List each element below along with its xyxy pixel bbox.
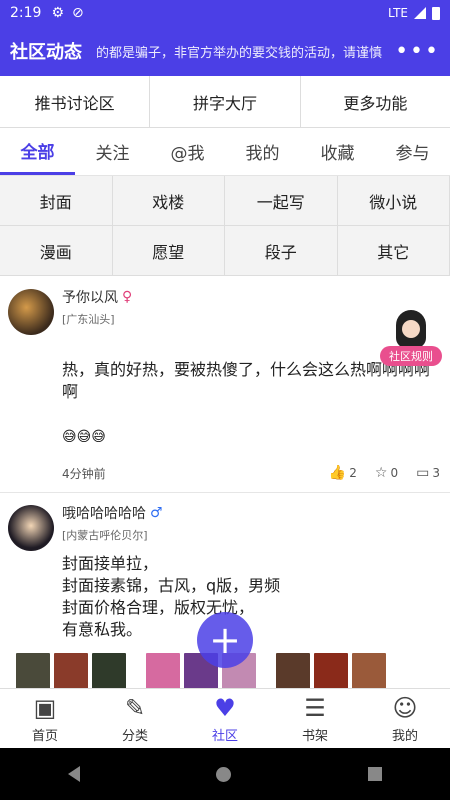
bookshelf-icon: ☰ <box>304 693 326 722</box>
system-nav-bar <box>0 748 450 800</box>
comment-icon: ▭ <box>416 465 430 481</box>
nav-community[interactable]: ♥ 社区 <box>180 689 270 748</box>
category-other[interactable]: 其它 <box>337 226 450 276</box>
post-image[interactable] <box>276 653 386 688</box>
signal-icon <box>414 7 426 19</box>
network-type: LTE <box>388 6 408 20</box>
username[interactable]: 哦哈哈哈哈哈 <box>62 503 146 523</box>
category-grid: 封面 戏楼 一起写 微小说 漫画 愿望 段子 其它 <box>0 176 450 276</box>
nav-bookshelf[interactable]: ☰ 书架 <box>270 689 360 748</box>
more-features-button[interactable]: 更多功能 <box>301 76 450 127</box>
clock: 2:19 <box>10 5 42 21</box>
announcement-marquee[interactable]: 的都是骗子，非官方举办的要交钱的活动，请谨慎 <box>96 42 395 61</box>
category-cover[interactable]: 封面 <box>0 176 113 226</box>
nav-home[interactable]: ▣ 首页 <box>0 689 90 748</box>
emoji-laugh-sweat: 😅😅😅 <box>62 429 106 445</box>
community-rules-label: 社区规则 <box>380 346 442 366</box>
home-icon: ▣ <box>33 693 57 722</box>
category-cowrite[interactable]: 一起写 <box>225 176 338 226</box>
tab-mine[interactable]: 我的 <box>225 128 300 175</box>
category-jokes[interactable]: 段子 <box>225 226 338 276</box>
nav-category-label: 分类 <box>121 728 148 744</box>
tab-participated[interactable]: 参与 <box>375 128 450 175</box>
recents-icon[interactable] <box>367 767 382 781</box>
nav-category[interactable]: ✎ 分类 <box>90 689 180 748</box>
add-post-button[interactable]: + <box>197 612 253 668</box>
status-bar: 2:19 ⚙ ⊘ LTE <box>0 0 450 26</box>
tab-all[interactable]: 全部 <box>0 128 75 175</box>
favorite-button[interactable]: ☆ 0 <box>375 465 398 481</box>
thumbs-up-icon: 👍 <box>328 465 347 481</box>
comment-button[interactable]: ▭ 3 <box>416 465 440 481</box>
avatar[interactable] <box>8 505 54 551</box>
female-icon: ♀ <box>122 289 133 305</box>
comment-count: 3 <box>432 466 440 480</box>
community-rules-button[interactable]: 社区规则 <box>380 310 444 370</box>
sync-icon: ⊘ <box>72 5 84 21</box>
user-icon: ☺ <box>392 693 418 722</box>
book-discussion-button[interactable]: 推书讨论区 <box>0 76 151 127</box>
nav-home-label: 首页 <box>31 728 58 744</box>
category-theater[interactable]: 戏楼 <box>112 176 225 226</box>
avatar[interactable] <box>8 289 54 335</box>
male-icon: ♂ <box>150 505 163 521</box>
book-icon: ✎ <box>124 693 146 722</box>
post-time: 4分钟前 <box>62 466 106 481</box>
app-bar: 社区动态 的都是骗子，非官方举办的要交钱的活动，请谨慎 ••• <box>0 26 450 76</box>
more-options-icon[interactable]: ••• <box>395 39 440 64</box>
category-comics[interactable]: 漫画 <box>0 226 113 276</box>
feed-tabs: 全部 关注 @我 我的 收藏 参与 <box>0 128 450 176</box>
post-content: 封面接单拉， 封面接素锦，古风，q版，男频 封面价格合理，版权无忧， 有意私我。 <box>62 554 281 639</box>
nav-profile[interactable]: ☺ 我的 <box>360 689 450 748</box>
tab-following[interactable]: 关注 <box>75 128 150 175</box>
bottom-nav: ▣ 首页 ✎ 分类 ♥ 社区 ☰ 书架 ☺ 我的 <box>0 688 450 748</box>
favorite-count: 0 <box>390 466 399 480</box>
top-buttons: 推书讨论区 拼字大厅 更多功能 <box>0 76 450 128</box>
word-game-button[interactable]: 拼字大厅 <box>150 76 301 127</box>
post-content: 热，真的好热，要被热傻了，什么会这么热啊啊啊啊啊 <box>62 360 431 401</box>
mascot-icon <box>396 310 426 348</box>
nav-bookshelf-label: 书架 <box>301 728 328 744</box>
like-count: 2 <box>349 466 357 480</box>
battery-icon <box>432 6 440 20</box>
back-icon[interactable] <box>68 766 81 782</box>
star-icon: ☆ <box>374 465 388 481</box>
category-wishes[interactable]: 愿望 <box>112 226 225 276</box>
location: [内蒙古呼伦贝尔] <box>62 529 148 542</box>
heart-icon: ♥ <box>214 693 236 722</box>
home-circle-icon[interactable] <box>216 766 232 782</box>
nav-community-label: 社区 <box>211 728 238 744</box>
like-button[interactable]: 👍 2 <box>329 465 357 481</box>
post-image[interactable] <box>16 653 126 688</box>
page-title: 社区动态 <box>10 42 82 63</box>
category-microfiction[interactable]: 微小说 <box>337 176 450 226</box>
nav-profile-label: 我的 <box>391 728 418 744</box>
tab-mentions[interactable]: @我 <box>150 128 225 175</box>
username[interactable]: 予你以风 <box>62 287 118 307</box>
tab-favorites[interactable]: 收藏 <box>300 128 375 175</box>
gear-icon: ⚙ <box>51 5 65 21</box>
